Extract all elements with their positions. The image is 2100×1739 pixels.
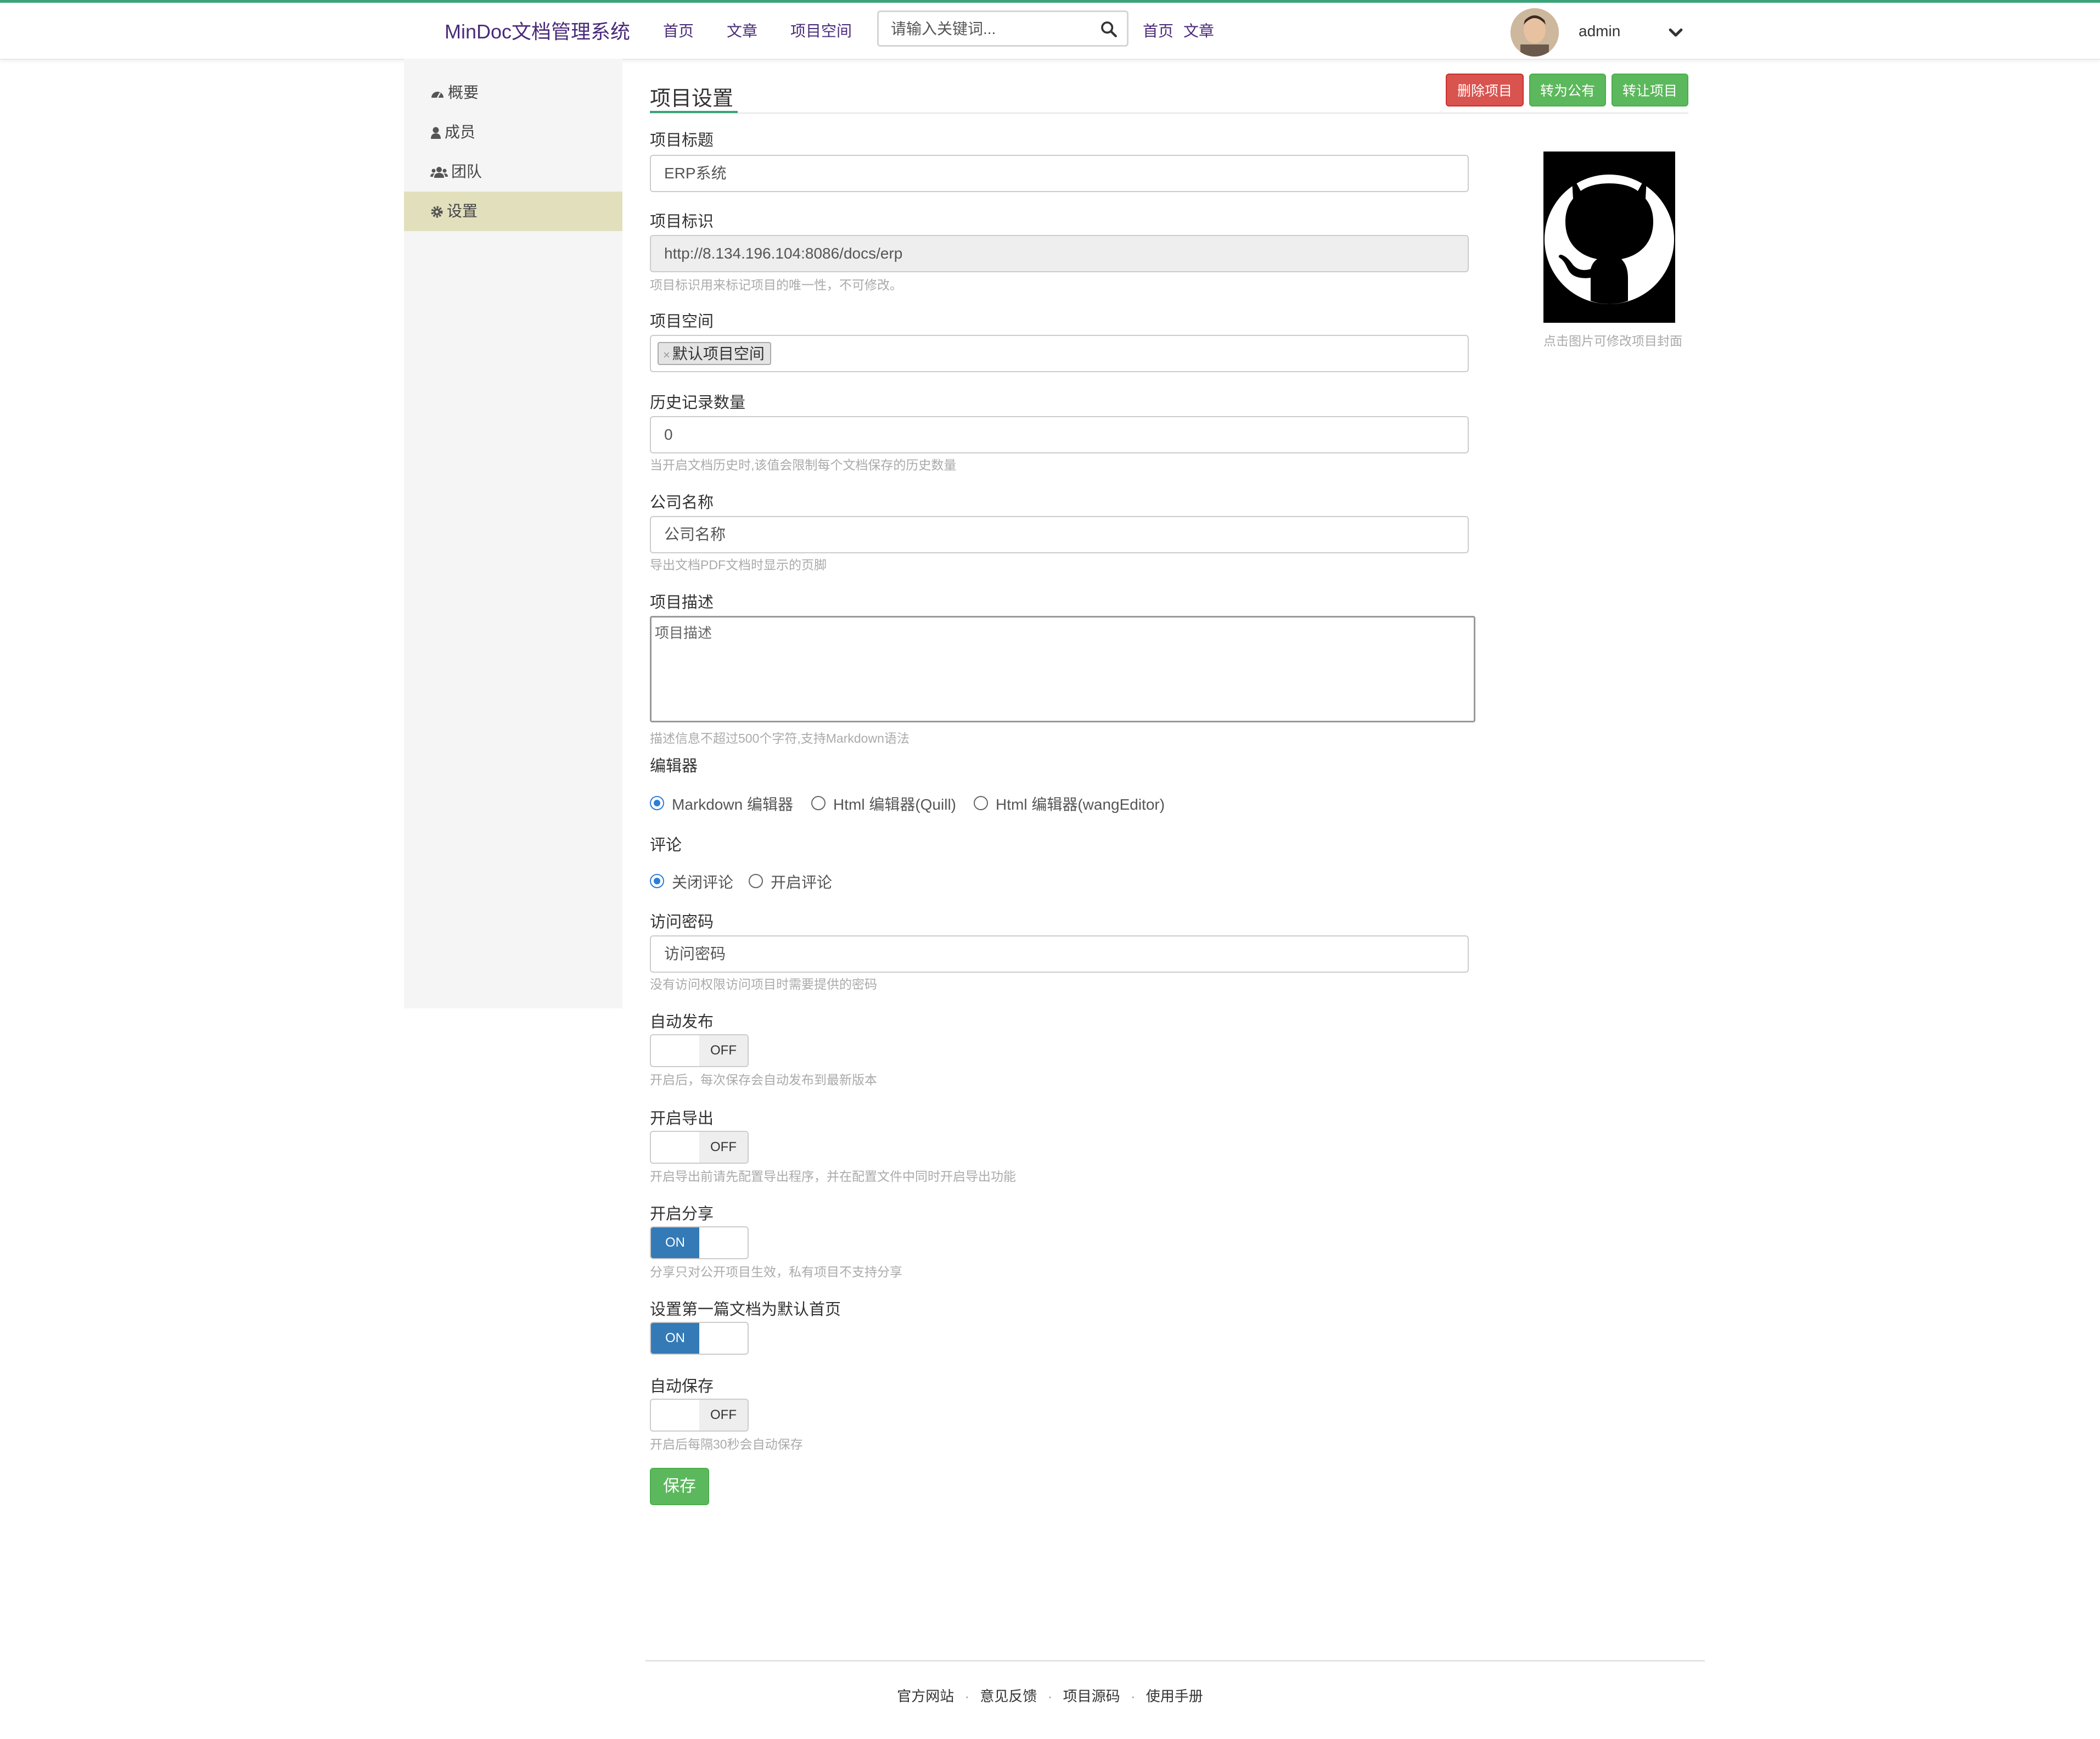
delete-project-button[interactable]: 删除项目	[1446, 74, 1524, 106]
title-underline	[650, 111, 738, 113]
company-name-input[interactable]: 公司名称	[650, 516, 1469, 553]
toggle-state: ON	[651, 1323, 699, 1354]
sidebar-item-label: 团队	[451, 163, 482, 180]
sidebar-item-overview[interactable]: 概要	[404, 73, 622, 113]
export-help: 开启导出前请先配置导出程序，并在配置文件中同时开启导出功能	[650, 1169, 1016, 1183]
share-label: 开启分享	[650, 1205, 714, 1223]
footer: 官方网站 · 意见反馈 · 项目源码 · 使用手册	[0, 1685, 2100, 1706]
password-input[interactable]: 访问密码	[650, 935, 1469, 973]
search-input[interactable]	[890, 18, 1100, 41]
comment-radio-off[interactable]	[650, 874, 664, 888]
project-space-label: 项目空间	[650, 313, 714, 330]
comment-radio-on[interactable]	[749, 874, 763, 888]
nav-link-spaces[interactable]: 项目空间	[790, 19, 852, 41]
auto-release-help: 开启后，每次保存会自动发布到最新版本	[650, 1073, 877, 1087]
project-title-label: 项目标题	[650, 132, 714, 149]
footer-link-official-site[interactable]: 官方网站	[897, 1688, 954, 1704]
auto-release-toggle[interactable]: OFF	[650, 1034, 749, 1067]
title-divider	[650, 113, 1688, 114]
editor-label: 编辑器	[650, 758, 698, 775]
navbar: MinDoc文档管理系统 首页 文章 项目空间 首页 文章 admin	[0, 3, 2100, 60]
nav-link-articles[interactable]: 文章	[727, 19, 757, 41]
cover-hint: 点击图片可修改项目封面	[1543, 334, 1682, 348]
editor-option-wangeditor[interactable]: Html 编辑器(wangEditor)	[996, 793, 1165, 815]
sidebar-item-members[interactable]: 成员	[404, 113, 622, 152]
make-public-button[interactable]: 转为公有	[1529, 74, 1606, 106]
space-tag-label: 默认项目空间	[672, 345, 765, 362]
auto-release-label: 自动发布	[650, 1013, 714, 1031]
nav-link-home-2[interactable]: 首页	[1143, 19, 1173, 41]
avatar[interactable]	[1511, 8, 1559, 57]
nav-link-home[interactable]: 首页	[663, 19, 694, 41]
user-icon	[431, 127, 441, 139]
footer-link-manual[interactable]: 使用手册	[1146, 1688, 1203, 1704]
editor-radio-quill[interactable]	[811, 796, 826, 810]
editor-radio-wangeditor[interactable]	[974, 796, 988, 810]
username[interactable]: admin	[1579, 23, 1620, 40]
toggle-state: OFF	[699, 1400, 748, 1431]
sidebar-item-label: 设置	[447, 203, 478, 220]
description-help: 描述信息不超过500个字符,支持Markdown语法	[650, 731, 909, 745]
users-icon	[430, 167, 448, 178]
footer-link-source[interactable]: 项目源码	[1063, 1688, 1120, 1704]
toggle-state: ON	[651, 1227, 699, 1258]
footer-separator: ·	[1047, 1688, 1053, 1704]
footer-link-feedback[interactable]: 意见反馈	[980, 1688, 1037, 1704]
history-count-input[interactable]: 0	[650, 416, 1469, 453]
project-cover-image[interactable]	[1543, 152, 1675, 323]
sidebar: 概要 成员 团队 设置	[404, 59, 622, 1008]
export-toggle[interactable]: OFF	[650, 1131, 749, 1164]
comment-option-off[interactable]: 关闭评论	[672, 871, 733, 893]
export-label: 开启导出	[650, 1110, 714, 1127]
footer-separator: ·	[1130, 1688, 1136, 1704]
dashboard-icon	[431, 92, 443, 98]
transfer-project-button[interactable]: 转让项目	[1612, 74, 1688, 106]
description-textarea[interactable]: 项目描述	[650, 616, 1475, 722]
description-label: 项目描述	[650, 594, 714, 612]
editor-option-quill[interactable]: Html 编辑器(Quill)	[833, 793, 956, 815]
history-count-label: 历史记录数量	[650, 394, 746, 412]
share-help: 分享只对公开项目生效，私有项目不支持分享	[650, 1265, 902, 1279]
share-toggle[interactable]: ON	[650, 1226, 749, 1259]
project-id-label: 项目标识	[650, 213, 714, 231]
tag-remove-icon[interactable]: ×	[663, 348, 670, 362]
comment-option-on[interactable]: 开启评论	[771, 871, 832, 893]
auto-save-toggle[interactable]: OFF	[650, 1399, 749, 1432]
chevron-down-icon[interactable]	[1666, 24, 1685, 42]
project-title-input[interactable]: ERP系统	[650, 155, 1469, 192]
editor-option-markdown[interactable]: Markdown 编辑器	[672, 793, 793, 815]
toggle-state: OFF	[699, 1035, 748, 1066]
first-doc-home-toggle[interactable]: ON	[650, 1322, 749, 1355]
password-help: 没有访问权限访问项目时需要提供的密码	[650, 977, 877, 991]
company-name-label: 公司名称	[650, 494, 714, 512]
search-icon[interactable]	[1099, 20, 1118, 38]
sidebar-item-settings[interactable]: 设置	[404, 192, 622, 231]
footer-divider	[645, 1660, 1705, 1662]
history-count-help: 当开启文档历史时,该值会限制每个文档保存的历史数量	[650, 458, 957, 472]
nav-link-articles-2[interactable]: 文章	[1183, 19, 1214, 41]
company-name-help: 导出文档PDF文档时显示的页脚	[650, 558, 827, 572]
project-space-select[interactable]	[650, 335, 1469, 372]
first-doc-home-label: 设置第一篇文档为默认首页	[650, 1301, 841, 1319]
project-id-input: http://8.134.196.104:8086/docs/erp	[650, 235, 1469, 272]
brand-title[interactable]: MinDoc文档管理系统	[445, 16, 630, 44]
editor-radio-markdown[interactable]	[650, 796, 664, 810]
auto-save-label: 自动保存	[650, 1378, 714, 1395]
auto-save-help: 开启后每隔30秒会自动保存	[650, 1437, 803, 1451]
password-label: 访问密码	[650, 913, 714, 931]
space-tag[interactable]: × 默认项目空间	[658, 342, 771, 365]
toggle-state: OFF	[699, 1132, 748, 1163]
page-title: 项目设置	[650, 87, 734, 110]
sidebar-item-label: 成员	[445, 124, 476, 141]
sidebar-item-label: 概要	[448, 84, 479, 101]
search-box	[877, 10, 1128, 47]
comment-label: 评论	[650, 837, 682, 854]
footer-separator: ·	[964, 1688, 970, 1704]
sidebar-item-team[interactable]: 团队	[404, 152, 622, 192]
project-id-help: 项目标识用来标记项目的唯一性，不可修改。	[650, 278, 902, 292]
gear-icon	[431, 206, 443, 218]
save-button[interactable]: 保存	[650, 1468, 709, 1505]
github-octocat-icon	[1543, 152, 1675, 323]
